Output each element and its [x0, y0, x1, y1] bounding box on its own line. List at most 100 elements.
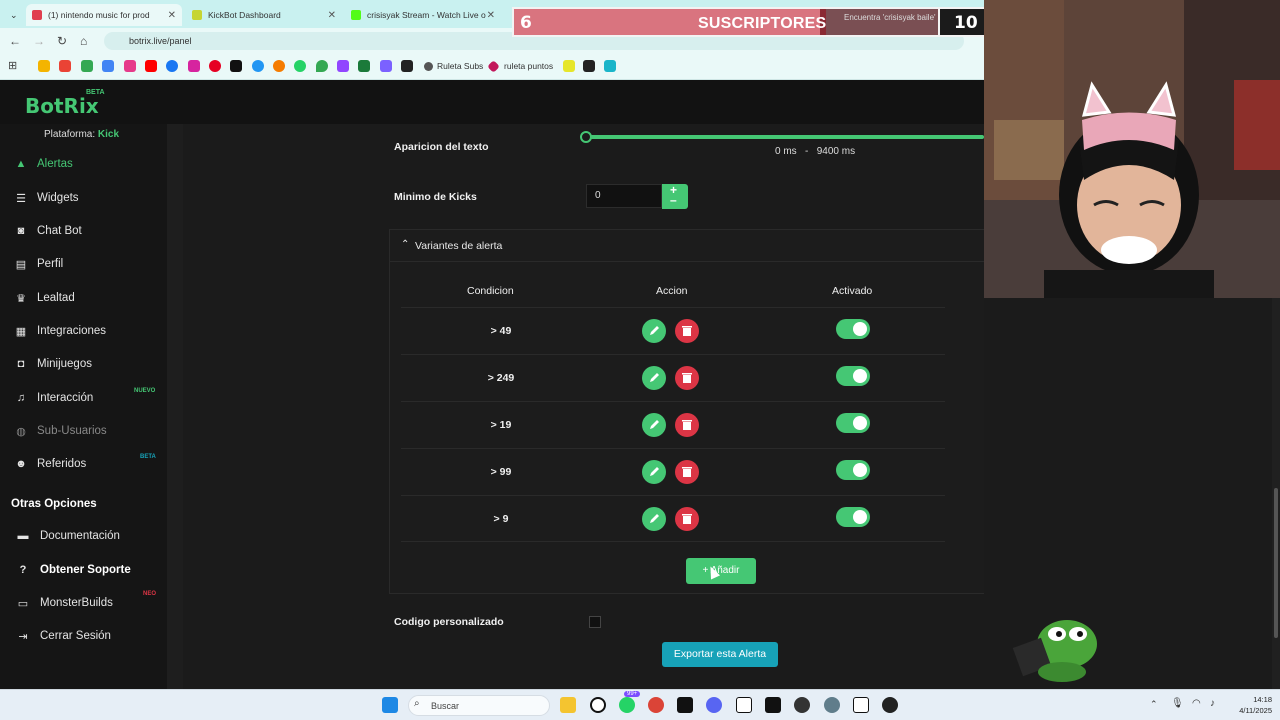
delete-button[interactable] — [675, 319, 699, 343]
decrement-icon[interactable]: – — [670, 193, 677, 207]
sidebar-item-referidos[interactable]: ☻ Referidos BETA — [0, 449, 167, 479]
toggle-knob — [853, 322, 867, 336]
sidebar-item-lealtad[interactable]: ♛ Lealtad — [0, 283, 167, 313]
browser-tab-3[interactable]: crisisyak Stream - Watch Live o ✕ — [345, 4, 501, 26]
bookmark-docs-icon[interactable] — [102, 60, 114, 72]
bookmark-slack-icon[interactable] — [124, 60, 136, 72]
page-scrollbar[interactable] — [1272, 298, 1280, 689]
bookmark-upload-icon[interactable] — [380, 60, 392, 72]
delete-button[interactable] — [675, 366, 699, 390]
bookmark-twitch-icon[interactable] — [337, 60, 349, 72]
chrome-icon[interactable] — [648, 697, 664, 713]
edit-button[interactable] — [642, 507, 666, 531]
bookmark-sheets-icon[interactable] — [81, 60, 93, 72]
bookmark-play-icon[interactable] — [604, 60, 616, 72]
scrollbar-thumb[interactable] — [1274, 488, 1278, 638]
delete-button[interactable] — [675, 507, 699, 531]
bookmark-whatsapp-icon[interactable] — [294, 60, 306, 72]
bookmark-gmail-icon[interactable] — [59, 60, 71, 72]
back-icon[interactable]: ← — [9, 34, 21, 48]
system-clock[interactable]: 14:18 4/11/2025 — [1228, 694, 1272, 716]
edit-button[interactable] — [642, 460, 666, 484]
sidebar-item-widgets[interactable]: ☰ Widgets — [0, 183, 167, 213]
bookmark-tiktok-icon[interactable] — [230, 60, 242, 72]
notion-alt-icon[interactable] — [853, 697, 869, 713]
reload-icon[interactable]: ↻ — [57, 34, 67, 48]
bookmark-orange-icon[interactable] — [273, 60, 285, 72]
file-explorer-icon[interactable] — [560, 697, 576, 713]
sidebar-item-monsterbuilds[interactable]: ▭ MonsterBuilds NEO — [0, 588, 167, 618]
min-kicks-input[interactable]: 0 — [586, 184, 662, 208]
sidebar-item-integraciones[interactable]: ▦ Integraciones — [0, 316, 167, 346]
browser-tab-2[interactable]: KickBot Dashboard ✕ — [186, 4, 342, 26]
sidebar-item-minijuegos[interactable]: ◘ Minijuegos — [0, 349, 167, 379]
sidebar-item-interaccion[interactable]: ♫ Interacción NUEVO — [0, 383, 167, 413]
tab-close-icon[interactable]: ✕ — [328, 10, 336, 21]
capcut-icon[interactable] — [677, 697, 693, 713]
text-appearance-slider[interactable] — [586, 135, 984, 139]
sidebar-item-documentacion[interactable]: ▬ Documentación — [0, 521, 167, 551]
chevron-up-icon[interactable]: ⌃ — [401, 239, 409, 250]
bookmark-drive-icon[interactable] — [38, 60, 50, 72]
delete-button[interactable] — [675, 413, 699, 437]
delete-button[interactable] — [675, 460, 699, 484]
add-variant-button[interactable]: + Añadir — [686, 558, 756, 584]
enabled-toggle[interactable] — [836, 460, 870, 480]
export-alert-button[interactable]: Exportar esta Alerta — [662, 642, 778, 667]
enabled-toggle[interactable] — [836, 507, 870, 527]
taskbar-search-input[interactable]: Buscar — [408, 695, 550, 716]
botrix-logo[interactable]: BotRix — [25, 94, 99, 118]
sidebar-item-cerrar-sesion[interactable]: ⇥ Cerrar Sesión — [0, 621, 167, 651]
browser-tab-1[interactable]: (1) nintendo music for prod ✕ — [26, 4, 182, 26]
forward-icon[interactable]: → — [33, 34, 45, 48]
enabled-toggle[interactable] — [836, 319, 870, 339]
chatgpt-icon[interactable] — [590, 697, 606, 713]
discord-icon[interactable] — [706, 697, 722, 713]
min-kicks-stepper[interactable]: + – — [662, 183, 688, 209]
apps-grid-icon[interactable]: ⊞ — [8, 59, 17, 72]
bookmark-maps-icon[interactable] — [316, 60, 328, 72]
tab-list-button[interactable]: ⌄ — [4, 4, 22, 26]
sidebar-item-sub-usuarios[interactable]: ◍ Sub-Usuarios — [0, 416, 167, 446]
bookmark-mail-icon[interactable] — [401, 60, 413, 72]
media-player-icon[interactable] — [882, 697, 898, 713]
custom-code-checkbox[interactable] — [589, 616, 601, 628]
windows-start-icon[interactable] — [382, 697, 398, 713]
chevron-up-icon[interactable]: ⌃ — [1150, 699, 1158, 710]
microphone-icon[interactable]: 🎙 — [1171, 698, 1184, 709]
notion-icon[interactable] — [736, 697, 752, 713]
sidebar-item-chat-bot[interactable]: ◙ Chat Bot — [0, 216, 167, 246]
edit-button[interactable] — [642, 413, 666, 437]
bookmark-ruleta-subs[interactable]: Ruleta Subs — [437, 61, 483, 71]
edit-button[interactable] — [642, 319, 666, 343]
volume-icon[interactable]: ♪ — [1210, 698, 1215, 709]
subscriber-goal-box: 10 — [938, 9, 984, 35]
edit-button[interactable] — [642, 366, 666, 390]
bookmark-facebook-icon[interactable] — [166, 60, 178, 72]
slider-min-handle[interactable] — [580, 131, 592, 143]
sidebar-item-perfil[interactable]: ▤ Perfil — [0, 249, 167, 279]
settings-icon[interactable] — [824, 697, 840, 713]
capcut-alt-icon[interactable] — [765, 697, 781, 713]
bookmark-dark-icon[interactable] — [583, 60, 595, 72]
obs-icon[interactable] — [794, 697, 810, 713]
enabled-toggle[interactable] — [836, 366, 870, 386]
alert-variants-header[interactable]: ⌃ Variantes de alerta — [390, 230, 1052, 262]
bookmark-pinterest-icon[interactable] — [209, 60, 221, 72]
bookmark-globe-icon[interactable] — [252, 60, 264, 72]
bookmark-instagram-icon[interactable] — [188, 60, 200, 72]
enabled-toggle[interactable] — [836, 413, 870, 433]
bookmark-ruleta-puntos[interactable]: ruleta puntos — [504, 61, 553, 71]
tab-close-icon[interactable]: ✕ — [487, 10, 495, 21]
tab-close-icon[interactable]: ✕ — [168, 10, 176, 21]
bookmark-yellow-icon[interactable] — [563, 60, 575, 72]
bookmark-youtube-icon[interactable] — [145, 60, 157, 72]
sidebar-item-obtener-soporte[interactable]: ? Obtener Soporte — [0, 555, 167, 585]
sidebar-item-alertas[interactable]: ▲ Alertas — [0, 149, 167, 179]
home-icon[interactable]: ⌂ — [80, 34, 87, 48]
whatsapp-icon[interactable] — [619, 697, 635, 713]
wifi-icon[interactable]: ◠ — [1192, 698, 1201, 709]
kickbot-favicon-icon — [192, 10, 202, 20]
bookmark-kick-icon[interactable] — [358, 60, 370, 72]
id-card-icon: ▤ — [15, 258, 27, 271]
